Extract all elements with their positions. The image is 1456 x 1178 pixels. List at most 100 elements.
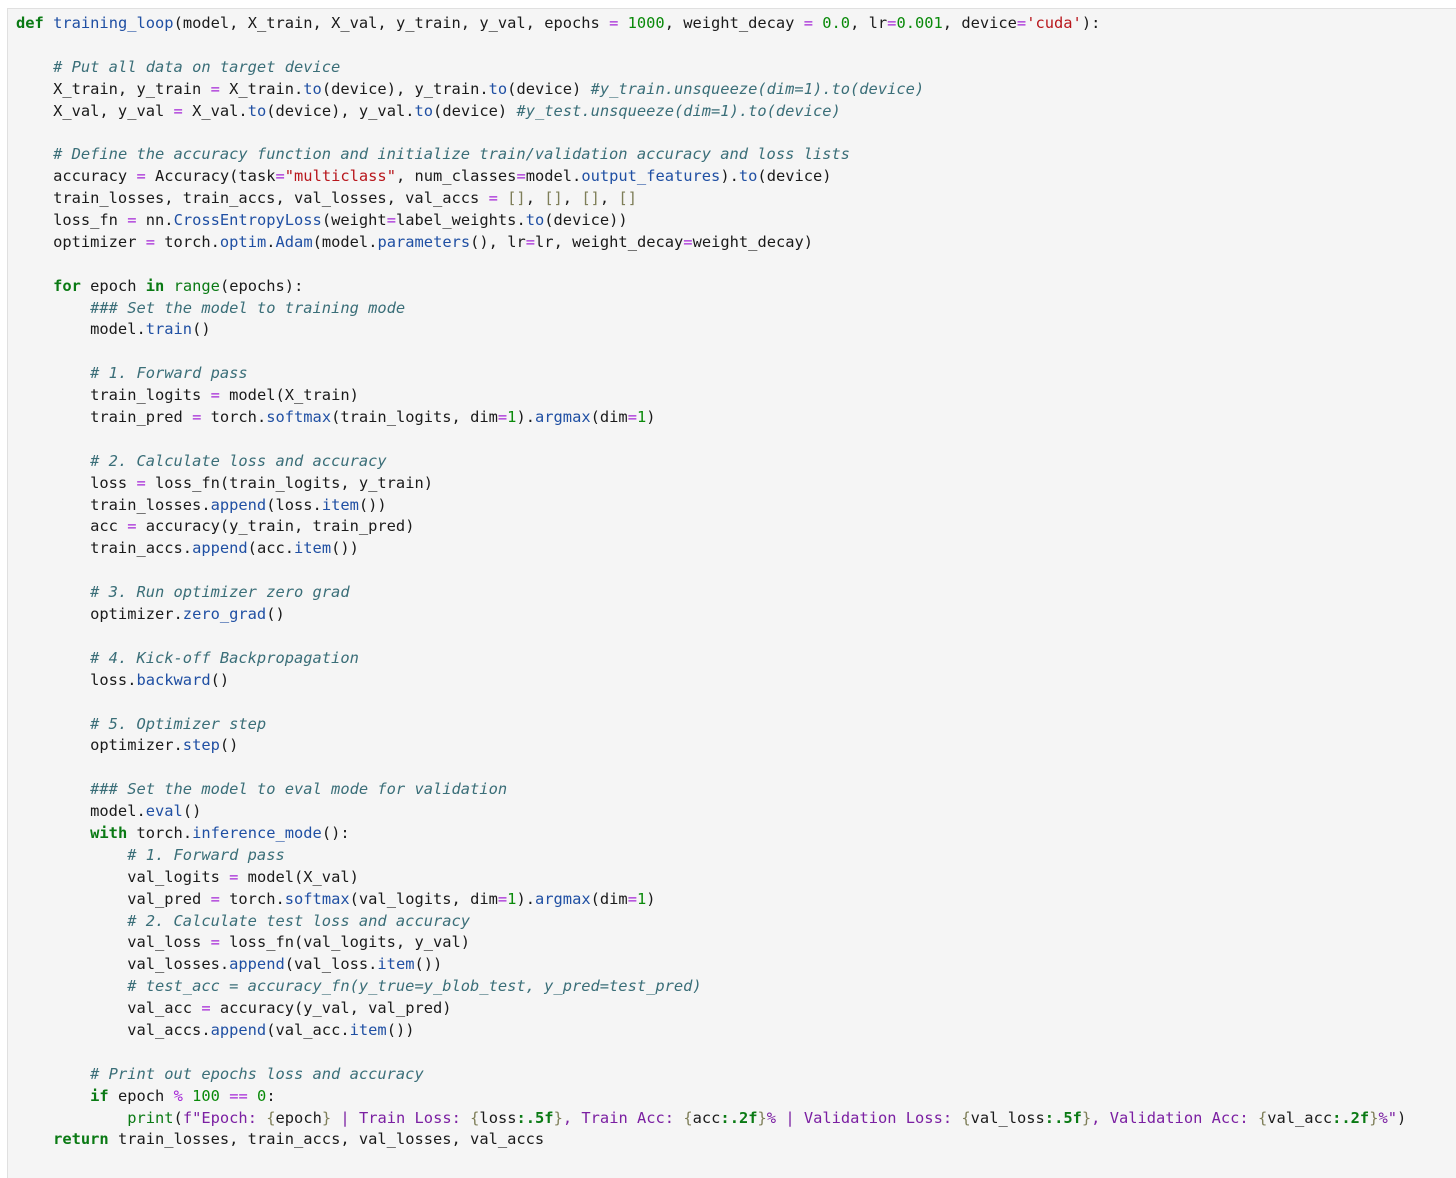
code-token-operator: = xyxy=(192,408,202,427)
code-token-identifier: Adam xyxy=(275,232,313,251)
code-token-identifier: item xyxy=(294,539,332,558)
code-token-keyword: for xyxy=(53,276,81,295)
code-token-text: ()) xyxy=(414,955,443,974)
code-line: X_val, y_val = X_val.to(device), y_val.t… xyxy=(16,101,1406,123)
code-token-text: model(X_train) xyxy=(219,386,359,405)
code-token-text: ()) xyxy=(386,1020,415,1039)
code-token-keyword: def xyxy=(16,14,44,32)
code-token-text: ) xyxy=(646,408,656,427)
code-token-identifier: train xyxy=(145,320,193,339)
code-token-text: (val_logits, dim xyxy=(349,889,498,908)
code-token-text: : xyxy=(266,1086,276,1105)
code-token-text: torch. xyxy=(127,823,193,842)
code-token-text: weight_decay) xyxy=(692,232,814,251)
code-token-identifier: to xyxy=(525,211,545,230)
code-token-operator: = xyxy=(210,386,220,405)
code-token-text: Accuracy(task xyxy=(145,167,276,186)
code-line: val_loss = loss_fn(val_logits, y_val) xyxy=(16,932,1406,954)
code-line: optimizer = torch.optim.Adam(model.param… xyxy=(16,232,1406,254)
code-token-text: , num_classes xyxy=(395,167,517,186)
code-token-text: X_train, y_train xyxy=(16,79,211,98)
code-line: model.train() xyxy=(16,319,1406,341)
code-token-identifier: inference_mode xyxy=(192,823,322,842)
code-line: val_losses.append(val_loss.item()) xyxy=(16,954,1406,976)
code-token-bracket: } xyxy=(321,1108,332,1127)
code-token-text: train_accs. xyxy=(16,539,193,558)
code-token-comment: # 1. Forward pass xyxy=(127,845,285,864)
code-token-operator: = xyxy=(173,101,183,120)
code-token-fstring: , Validation Acc: xyxy=(1091,1108,1258,1127)
code-token-text: (model, X_train, X_val, y_train, y_val, … xyxy=(173,14,610,32)
code-token-text: train_losses, train_accs, val_losses, va… xyxy=(108,1130,545,1149)
code-line: train_logits = model(X_train) xyxy=(16,385,1406,407)
code-line: val_logits = model(X_val) xyxy=(16,867,1406,889)
code-token-bracket: { xyxy=(961,1108,971,1127)
code-token-text: (val_loss. xyxy=(284,955,378,974)
code-token-comment: # Print out epochs loss and accuracy xyxy=(90,1064,424,1083)
code-token-operator: = xyxy=(1016,14,1027,32)
code-token-text: acc xyxy=(692,1108,721,1127)
code-token-keyword: if xyxy=(90,1086,109,1105)
code-block[interactable]: def training_loop(model, X_train, X_val,… xyxy=(16,13,1406,1151)
code-token-text: torch. xyxy=(155,232,220,251)
code-token-text: loss xyxy=(479,1108,517,1127)
code-line: val_accs.append(val_acc.item()) xyxy=(16,1020,1406,1042)
code-token-number: 1 xyxy=(636,889,647,908)
code-token-text: accuracy xyxy=(16,167,137,186)
code-line: train_pred = torch.softmax(train_logits,… xyxy=(16,407,1406,429)
code-token-comment: # 2. Calculate loss and accuracy xyxy=(90,451,387,470)
code-line: val_acc = accuracy(y_val, val_pred) xyxy=(16,998,1406,1020)
code-token-text: model. xyxy=(525,167,582,186)
code-token-text: (): xyxy=(321,823,350,842)
code-line: print(f"Epoch: {epoch} | Train Loss: {lo… xyxy=(16,1108,1406,1130)
code-line: loss = loss_fn(train_logits, y_train) xyxy=(16,473,1406,495)
code-token-text: optimizer. xyxy=(16,736,183,755)
code-token-identifier: to xyxy=(488,79,508,98)
code-token-text: ): xyxy=(1081,14,1101,32)
code-token-text: () xyxy=(182,802,202,821)
code-cell[interactable]: def training_loop(model, X_train, X_val,… xyxy=(7,8,1456,1178)
code-token-keyword: return xyxy=(53,1130,109,1149)
code-token-bracket: { xyxy=(266,1108,276,1127)
code-token-text: , device xyxy=(942,14,1017,32)
code-token-operator: = xyxy=(488,189,498,208)
code-token-bracket: } xyxy=(1081,1108,1092,1127)
code-token-text: ). xyxy=(516,889,535,908)
code-token-text: . xyxy=(266,232,276,251)
code-token-text: ) xyxy=(646,889,656,908)
code-token-text: train_pred xyxy=(16,408,193,427)
code-token-identifier: to xyxy=(738,167,758,186)
code-token-operator: = xyxy=(497,889,508,908)
code-token-text: (device) xyxy=(507,79,591,98)
code-token-identifier: optim xyxy=(219,232,267,251)
code-token-text: label_weights. xyxy=(395,211,526,230)
code-token-text: loss xyxy=(16,473,137,492)
code-line: model.eval() xyxy=(16,801,1406,823)
code-token-operator: = xyxy=(201,999,211,1018)
code-token-operator: = xyxy=(803,14,813,32)
code-line: with torch.inference_mode(): xyxy=(16,823,1406,845)
code-token-number: 1 xyxy=(636,408,647,427)
code-line: for epoch in range(epochs): xyxy=(16,276,1406,298)
code-token-text: train_losses, train_accs, val_losses, va… xyxy=(16,189,489,208)
code-token-text: (train_logits, dim xyxy=(331,408,498,427)
code-token-text: (device), y_val. xyxy=(266,101,415,120)
code-token-text: epoch xyxy=(80,276,146,295)
code-token-text: train_logits xyxy=(16,386,211,405)
code-line: train_losses, train_accs, val_losses, va… xyxy=(16,188,1406,210)
code-token-text: (device) xyxy=(757,167,832,186)
code-token-text: loss. xyxy=(16,670,137,689)
